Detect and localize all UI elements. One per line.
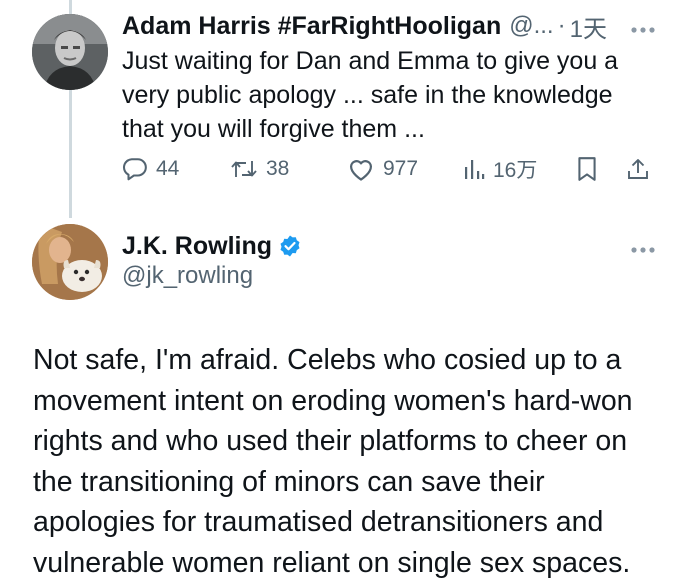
views-button[interactable]: 16万	[463, 152, 537, 186]
tweet-text-line: very public apology ... safe in the know…	[122, 78, 652, 112]
reply-icon	[122, 156, 148, 182]
avatar-jk-rowling[interactable]	[32, 224, 108, 300]
tweet-text-line: movement intent on eroding women's hard-…	[33, 381, 678, 422]
tweet-text-line: Just waiting for Dan and Emma to give yo…	[122, 44, 652, 78]
retweet-count: 38	[266, 157, 289, 181]
bookmark-button[interactable]	[576, 152, 598, 186]
tweet-2-text: Not safe, I'm afraid. Celebs who cosied …	[33, 340, 678, 583]
author-handle[interactable]: @jk_rowling	[122, 262, 253, 290]
like-icon	[347, 156, 375, 182]
tweet-1-header: Adam Harris #FarRightHooligan @... · 1天	[122, 8, 607, 44]
views-icon	[463, 156, 485, 182]
avatar-adam-harris[interactable]	[32, 14, 108, 90]
reply-count: 44	[156, 157, 179, 181]
tweet-text-line: that you will forgive them ...	[122, 112, 652, 146]
more-icon[interactable]	[630, 241, 656, 249]
retweet-button[interactable]: 38	[230, 152, 289, 186]
retweet-icon	[230, 156, 258, 182]
like-count: 977	[383, 157, 418, 181]
like-button[interactable]: 977	[347, 152, 418, 186]
tweet-2-header: J.K. Rowling	[122, 228, 302, 264]
author-name[interactable]: Adam Harris #FarRightHooligan	[122, 12, 501, 41]
author-handle[interactable]: @...	[509, 12, 553, 40]
reply-button[interactable]: 44	[122, 152, 179, 186]
tweet-text-line: the transitioning of minors can save the…	[33, 462, 678, 503]
tweet-text-line: Not safe, I'm afraid. Celebs who cosied …	[33, 340, 678, 381]
verified-badge-icon	[278, 234, 302, 258]
tweet-text-line: apologies for traumatised detransitioner…	[33, 502, 678, 543]
more-icon[interactable]	[630, 21, 656, 29]
tweet-1-text: Just waiting for Dan and Emma to give yo…	[122, 44, 652, 146]
tweet-text-line: rights and who used their platforms to c…	[33, 421, 678, 462]
share-button[interactable]	[626, 152, 650, 186]
bookmark-icon	[576, 156, 598, 182]
views-count: 16万	[493, 154, 537, 184]
tweet-timestamp[interactable]: 1天	[570, 9, 607, 44]
tweet-text-line: vulnerable women reliant on single sex s…	[33, 543, 678, 583]
author-name[interactable]: J.K. Rowling	[122, 232, 272, 261]
separator-dot: ·	[558, 12, 566, 40]
share-icon	[626, 156, 650, 182]
